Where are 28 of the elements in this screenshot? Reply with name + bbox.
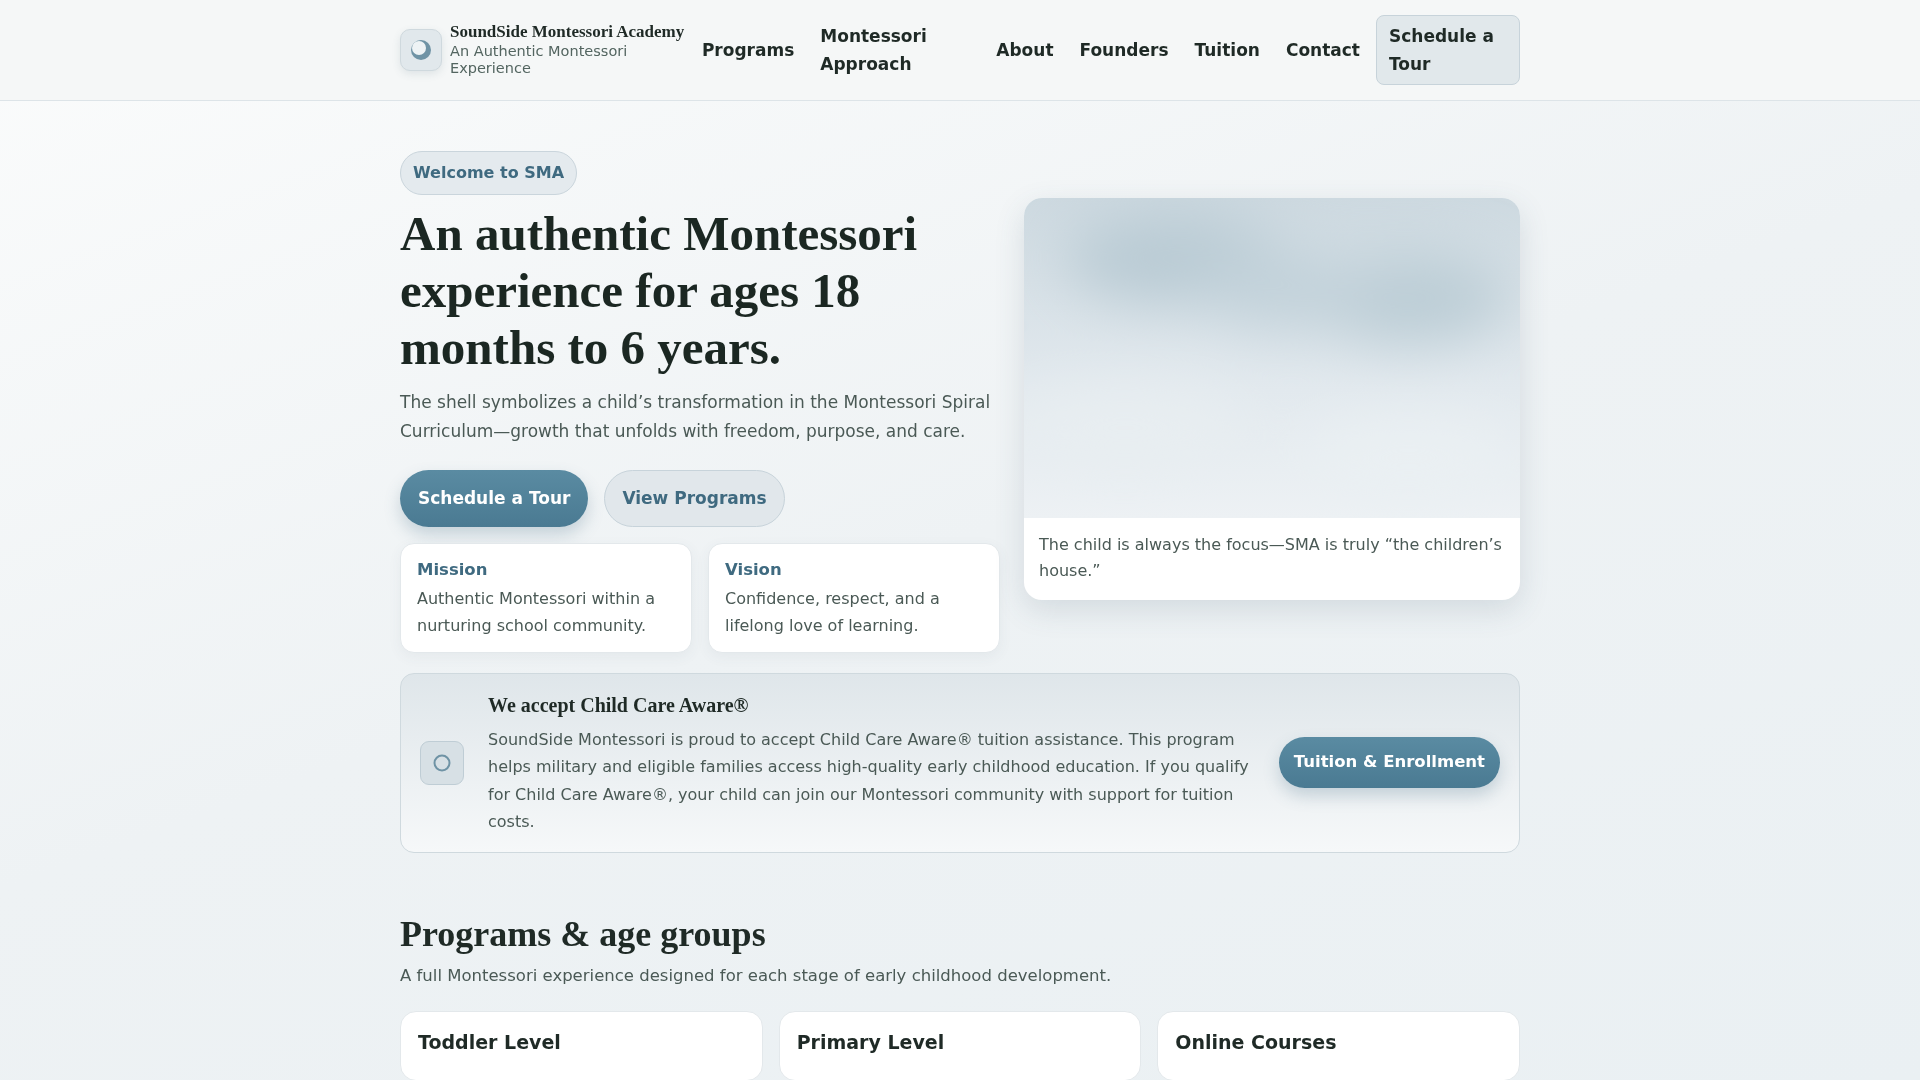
brand-name[interactable]: SoundSide Montessori Academy bbox=[450, 22, 685, 43]
photo-caption: The child is always the focus—SMA is truly “the children’s house.” bbox=[1038, 534, 1503, 582]
notice-text: SoundSide Montessori is proud to accept Child Care Aware® tuition assistance. This program helps military and eligible families access high-quality early childhood education. If you qualify for Child Care Aware®, your child can join our Montessori community with support for tuition costs. bbox=[488, 728, 1250, 834]
nav-link[interactable]: Founders bbox=[1079, 36, 1169, 64]
card-title: Primary Level bbox=[796, 1029, 946, 1055]
schedule-tour-button[interactable]: Schedule a Tour bbox=[400, 470, 589, 527]
tuition-button[interactable]: Tuition & Enrollment bbox=[1278, 737, 1500, 789]
card-title: Online Courses bbox=[1175, 1029, 1338, 1055]
card-text: Authentic Montessori within a nurturing school community. bbox=[417, 587, 656, 638]
brand-tagline: An Authentic Montessori Experience bbox=[450, 42, 629, 78]
view-programs-button[interactable]: View Programs bbox=[604, 470, 785, 527]
section-subtitle: A full Montessori experience designed for each stage of early childhood development. bbox=[400, 964, 1113, 987]
hero-description: The shell symbolizes a child’s transformation in the Montessori Spiral Curriculum—growth that unfolds with freedom, purpose, and care. bbox=[400, 391, 992, 443]
nav-link[interactable]: Contact bbox=[1285, 36, 1360, 64]
schedule-tour-button[interactable]: Schedule a Tour bbox=[1376, 15, 1520, 85]
logo-icon bbox=[400, 29, 442, 71]
card-title: Mission bbox=[417, 559, 489, 581]
welcome-badge: Welcome to SMA bbox=[400, 151, 578, 195]
nav-link[interactable]: About bbox=[996, 36, 1054, 64]
notice-title: We accept Child Care Aware® bbox=[488, 692, 750, 719]
nav-link[interactable]: Tuition bbox=[1194, 36, 1260, 64]
card-text: Confidence, respect, and a lifelong love of learning. bbox=[725, 587, 941, 638]
section-heading: Programs & age groups bbox=[400, 912, 767, 956]
nav-link[interactable]: Montessori Approach bbox=[820, 22, 951, 78]
card-title: Vision bbox=[725, 559, 783, 581]
nav-link[interactable]: Programs bbox=[701, 36, 795, 64]
hero-heading: An authentic Montessori experience for ages 18 months to 6 years. bbox=[400, 205, 919, 376]
card-title: Toddler Level bbox=[418, 1029, 562, 1055]
